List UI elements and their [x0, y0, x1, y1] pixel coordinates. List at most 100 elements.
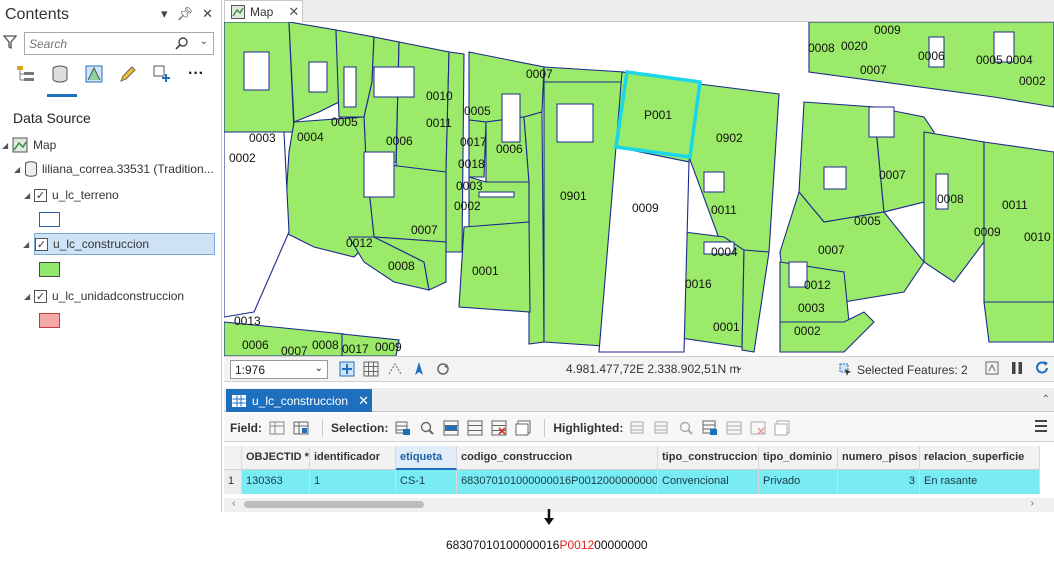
parcel[interactable] [445, 51, 465, 253]
parcel[interactable] [923, 131, 985, 283]
close-icon[interactable]: ✕ [358, 393, 369, 409]
parcel[interactable] [741, 249, 770, 353]
filter-icon[interactable] [3, 34, 17, 50]
collapse-triangle-icon[interactable]: ◢ [24, 292, 34, 301]
table-cell[interactable]: 683070101000000016P0012000000000 [457, 470, 658, 494]
layer-visibility-checkbox[interactable]: ✓ [34, 289, 47, 303]
highlight-tool-icon[interactable] [653, 419, 671, 437]
table-cell[interactable]: Privado [759, 470, 838, 494]
highlight-copy-icon[interactable] [773, 419, 791, 437]
selected-features-indicator[interactable]: Selected Features: 2 [838, 362, 968, 377]
parcel[interactable] [688, 83, 780, 253]
select-by-attributes-icon[interactable] [394, 419, 412, 437]
constraints-icon[interactable] [386, 360, 404, 378]
calculate-field-icon[interactable] [292, 419, 310, 437]
table-cell[interactable]: Convencional [658, 470, 759, 494]
table-options-menu-icon[interactable] [1034, 419, 1048, 433]
table-cell[interactable]: En rasante [920, 470, 1040, 494]
scale-dropdown[interactable]: 1:976 ⌄ [230, 360, 328, 379]
search-box[interactable]: ⌄ [24, 32, 214, 55]
list-by-snapping-icon[interactable] [150, 62, 174, 86]
list-by-selection-icon[interactable] [82, 62, 106, 86]
parcel-label: 0001 [713, 320, 740, 334]
column-header[interactable]: tipo_construccion [658, 446, 759, 470]
column-header[interactable]: numero_pisos [838, 446, 920, 470]
collapse-triangle-icon[interactable]: ◢ [2, 141, 12, 150]
list-by-drawing-order-icon[interactable] [14, 62, 38, 86]
copy-selected-icon[interactable] [514, 419, 532, 437]
grid-icon[interactable] [362, 360, 380, 378]
switch-selection-icon[interactable] [442, 419, 460, 437]
chevron-up-icon[interactable]: ⌃ [1042, 394, 1050, 405]
collapse-triangle-icon[interactable]: ◢ [14, 165, 24, 174]
horizontal-scrollbar[interactable]: ‹ › [224, 498, 1054, 512]
scrollbar-thumb[interactable] [244, 501, 424, 508]
chevron-down-icon[interactable]: ⌄ [315, 363, 323, 374]
parcel[interactable] [983, 301, 1054, 343]
tab-map[interactable]: Map ✕ [224, 0, 303, 22]
layout-frame-icon[interactable] [984, 360, 1000, 376]
pause-drawing-icon[interactable] [1010, 360, 1024, 376]
table-cell[interactable]: 130363 [242, 470, 310, 494]
refresh-cycle-icon[interactable] [434, 360, 452, 378]
search-input[interactable] [25, 33, 165, 54]
layer-visibility-checkbox[interactable]: ✓ [34, 188, 47, 202]
map-status-right-tools [984, 360, 1050, 376]
tab-attribute-table[interactable]: u_lc_construccion ✕ [226, 389, 372, 412]
tree-item-label: u_lc_construccion [53, 237, 150, 251]
refresh-icon[interactable] [1034, 360, 1050, 376]
map-view[interactable]: 0009 0008 0020 0006 0005 0004 0007 0002 0007 P001… [224, 22, 1054, 356]
column-header[interactable]: identificador [310, 446, 396, 470]
symbol-swatch-terreno[interactable] [39, 212, 60, 227]
close-icon[interactable]: ✕ [202, 6, 213, 22]
snapping-toggle-icon[interactable] [338, 360, 356, 378]
delete-selected-icon[interactable] [490, 419, 508, 437]
pin-icon[interactable]: 📌︎ [177, 6, 194, 22]
tree-item-u-lc-unidadconstruccion[interactable]: ◢ ✓ u_lc_unidadconstruccion [24, 285, 184, 307]
symbol-swatch-construccion[interactable] [39, 262, 60, 277]
zoom-to-selection-icon[interactable] [418, 419, 436, 437]
add-field-icon[interactable] [268, 419, 286, 437]
clear-selection-icon[interactable] [466, 419, 484, 437]
column-header[interactable]: OBJECTID * [242, 446, 310, 470]
collapse-triangle-icon[interactable]: ◢ [23, 240, 33, 249]
list-by-editing-icon[interactable] [116, 62, 140, 86]
list-by-data-source-icon[interactable] [48, 62, 72, 86]
scroll-right-icon[interactable]: › [1031, 498, 1034, 509]
parcel-label: 0002 [229, 151, 256, 165]
chevron-down-icon[interactable]: ⌄ [735, 362, 743, 373]
row-number[interactable]: 1 [224, 470, 242, 494]
tree-item-u-lc-construccion[interactable]: ◢ ✓ u_lc_construccion [23, 233, 215, 255]
chevron-down-icon[interactable]: ⌄ [200, 36, 208, 47]
more-options-icon[interactable]: ··· [184, 62, 208, 86]
column-header[interactable]: codigo_construccion [457, 446, 658, 470]
chevron-down-icon[interactable]: ▾ [161, 6, 168, 22]
highlight-tool-icon[interactable] [629, 419, 647, 437]
highlight-delete-icon[interactable] [749, 419, 767, 437]
north-arrow-icon[interactable] [410, 360, 428, 378]
scroll-left-icon[interactable]: ‹ [232, 498, 235, 509]
tree-item-u-lc-terreno[interactable]: ◢ ✓ u_lc_terreno [24, 184, 119, 206]
highlight-zoom-icon[interactable] [677, 419, 695, 437]
table-row[interactable]: 1 130363 1 CS-1 683070101000000016P00120… [224, 470, 1040, 494]
search-icon[interactable] [175, 36, 189, 50]
table-cell[interactable]: 3 [838, 470, 920, 494]
tree-item-map[interactable]: ◢ Map [2, 134, 56, 156]
highlight-switch-icon[interactable] [701, 419, 719, 437]
highlight-tool-icon[interactable] [725, 419, 743, 437]
parcel[interactable] [983, 141, 1054, 303]
column-header[interactable]: tipo_dominio [759, 446, 838, 470]
parcel[interactable] [395, 41, 450, 173]
close-icon[interactable]: ✕ [288, 4, 299, 20]
tree-item-database[interactable]: ◢ liliana_correa.33531 (Tradition... [14, 158, 214, 180]
layer-visibility-checkbox[interactable]: ✓ [35, 237, 48, 251]
table-cell[interactable]: CS-1 [396, 470, 457, 494]
column-header[interactable]: etiqueta [396, 446, 457, 470]
collapse-triangle-icon[interactable]: ◢ [24, 191, 34, 200]
scale-value: 1:976 [235, 363, 266, 377]
parcel-label: 0011 [711, 203, 737, 217]
symbol-swatch-unidadconstruccion[interactable] [39, 313, 60, 328]
toolbar-separator [544, 418, 546, 437]
table-cell[interactable]: 1 [310, 470, 396, 494]
column-header[interactable]: relacion_superficie [920, 446, 1040, 470]
